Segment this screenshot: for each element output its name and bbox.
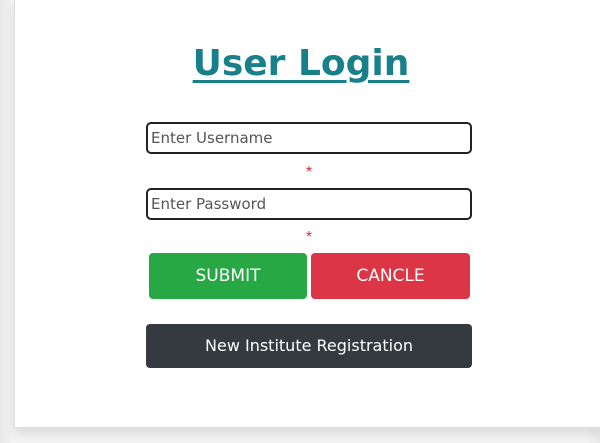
cancel-button[interactable]: CANCLE xyxy=(311,253,470,299)
password-required-marker: * xyxy=(305,229,313,246)
page-title: User Login xyxy=(192,43,410,84)
page-background: User Login * * SUBMIT CANCLE New Institu… xyxy=(0,0,600,443)
username-input[interactable] xyxy=(146,122,472,154)
username-required-marker: * xyxy=(305,164,313,181)
login-card: User Login * * SUBMIT CANCLE New Institu… xyxy=(14,0,600,428)
new-institute-registration-button[interactable]: New Institute Registration xyxy=(146,324,472,368)
password-input[interactable] xyxy=(146,188,472,220)
submit-button[interactable]: SUBMIT xyxy=(149,253,307,299)
